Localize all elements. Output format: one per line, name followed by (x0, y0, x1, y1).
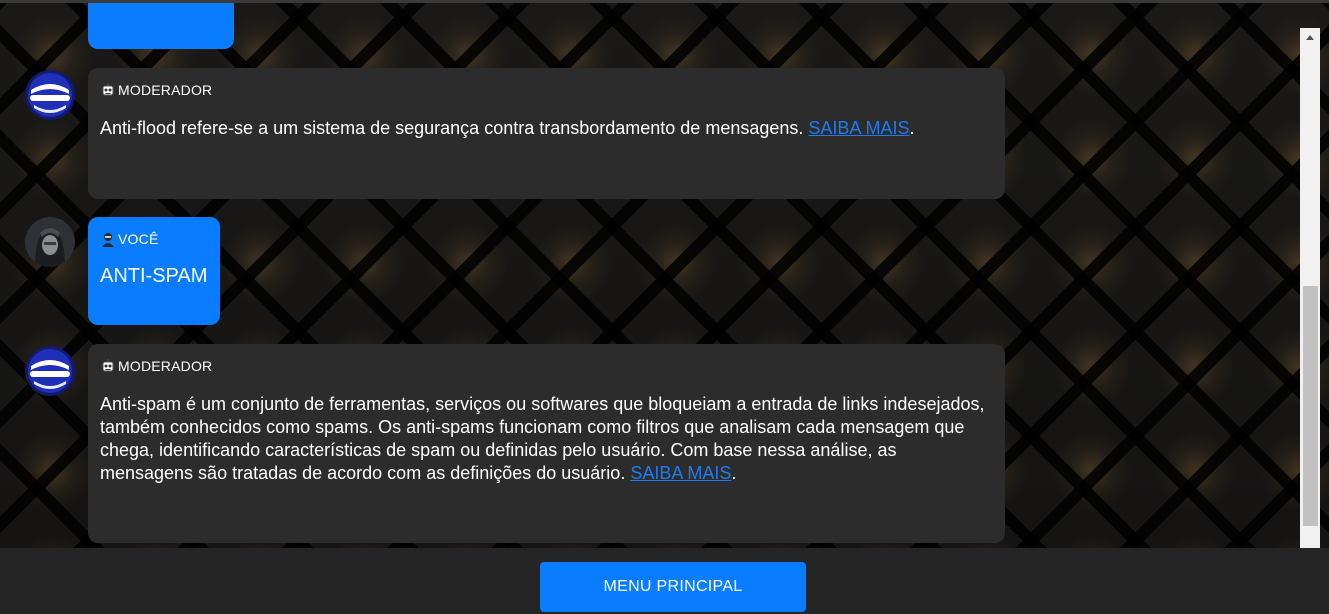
message-suffix: . (909, 118, 915, 138)
chat-scrollbar[interactable] (1300, 28, 1320, 548)
saiba-mais-link[interactable]: SAIBA MAIS (630, 463, 731, 483)
moderator-bubble: MODERADOR Anti-flood refere-se a um sist… (88, 68, 1005, 199)
sender-label: MODERADOR (100, 358, 993, 374)
user-avatar (25, 217, 75, 267)
hacker-icon (100, 231, 116, 247)
footer-bar: MENU PRINCIPAL (0, 548, 1329, 614)
sender-label: MODERADOR (100, 82, 993, 98)
moderator-avatar-icon (25, 70, 75, 120)
sender-name: VOCÊ (118, 231, 159, 247)
scroll-up-arrow-icon[interactable] (1300, 28, 1320, 48)
moderator-avatar (25, 346, 75, 396)
sender-label: VOCÊ (100, 231, 208, 247)
moderator-avatar-icon (25, 346, 75, 396)
moderator-avatar (25, 70, 75, 120)
message-body: Anti-spam é um conjunto de ferramentas, … (100, 394, 985, 483)
hooded-user-avatar-icon (25, 217, 75, 267)
robot-icon (100, 358, 116, 374)
message-text: ANTI-SPAM (100, 265, 208, 287)
moderator-bubble: MODERADOR Anti-spam é um conjunto de fer… (88, 344, 1005, 543)
user-bubble: VOCÊ ANTI-SPAM (88, 217, 220, 325)
message-text: Anti-flood refere-se a um sistema de seg… (100, 117, 993, 140)
message-suffix: . (731, 463, 737, 483)
menu-principal-button[interactable]: MENU PRINCIPAL (540, 562, 806, 612)
message-text: Anti-spam é um conjunto de ferramentas, … (100, 393, 993, 485)
robot-icon (100, 82, 116, 98)
chat-messages-area[interactable]: MODERADOR Anti-flood refere-se a um sist… (0, 3, 1329, 548)
saiba-mais-link[interactable]: SAIBA MAIS (808, 118, 909, 138)
sender-name: MODERADOR (118, 82, 213, 98)
scroll-thumb[interactable] (1303, 286, 1318, 526)
sender-name: MODERADOR (118, 358, 213, 374)
previous-user-bubble (88, 3, 234, 49)
message-body: Anti-flood refere-se a um sistema de seg… (100, 118, 804, 138)
